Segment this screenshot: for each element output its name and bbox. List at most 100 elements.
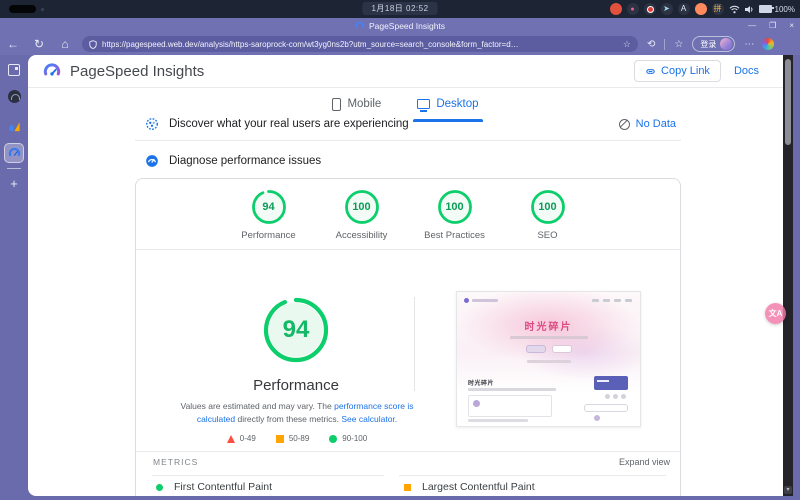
window-controls: — ❒ × [748, 18, 794, 33]
browser-toolbar: ← ↻ ⌂ https://pagespeed.web.dev/analysis… [0, 33, 800, 55]
legend-fail: 0-49 [227, 434, 256, 443]
desktop-icon [417, 99, 430, 109]
tab-desktop-label: Desktop [436, 98, 478, 110]
vertical-divider [414, 297, 415, 391]
copy-link-label: Copy Link [661, 65, 710, 77]
legend-range: 0-49 [240, 434, 256, 443]
sidebar-tab-overview[interactable] [0, 64, 28, 76]
performance-gauge[interactable]: 94 [263, 297, 329, 363]
screen: 1月18日 02:52 ● ➤ A 拼 100% [0, 0, 800, 500]
reload-icon[interactable]: ↻ [26, 38, 52, 50]
page-screenshot-preview[interactable]: 时光碎片 时光碎片 [456, 291, 641, 427]
docs-link[interactable]: Docs [734, 65, 759, 77]
score-disclaimer: Values are estimated and may vary. The p… [174, 400, 420, 426]
section-divider [135, 140, 681, 141]
legend-range: 90-100 [342, 434, 367, 443]
average-square-icon [404, 484, 411, 491]
camera-notch [9, 5, 36, 13]
score-seo[interactable]: 100 SEO [516, 189, 580, 241]
home-icon[interactable]: ⌂ [52, 38, 78, 50]
metric-lcp: Largest Contentful Paint 1.2 [404, 481, 535, 496]
system-tray: ● ➤ A 拼 100% [610, 0, 795, 18]
tray-app-icon-3[interactable] [644, 3, 656, 15]
preview-text-bar [527, 360, 571, 363]
restore-icon[interactable]: ❒ [769, 21, 776, 30]
expand-view-button[interactable]: Expand view [619, 457, 670, 467]
profile-avatar [720, 38, 732, 50]
score-value: 94 [251, 189, 287, 225]
see-calculator-link[interactable]: See calculator. [341, 414, 397, 424]
url-text[interactable]: https://pagespeed.web.dev/analysis/https… [102, 40, 618, 49]
lab-data-title: Diagnose performance issues [169, 155, 321, 167]
window-title-bar[interactable]: PageSpeed Insights [0, 18, 800, 33]
preview-nav-links [592, 299, 632, 302]
scrollbar-thumb[interactable] [785, 59, 791, 145]
sidebar-tab-analytics[interactable] [0, 119, 28, 132]
pass-circle-icon [329, 435, 337, 443]
pagespeed-favicon [8, 147, 21, 160]
overflow-menu-icon[interactable]: ⋯ [744, 39, 754, 50]
preview-site-name-bar [472, 299, 498, 302]
metrics-divider [136, 451, 680, 452]
wifi-icon[interactable] [729, 5, 740, 14]
system-clock[interactable]: 1月18日 02:52 [362, 2, 437, 15]
close-icon[interactable]: × [789, 21, 794, 30]
preview-avatar [594, 415, 600, 421]
performance-gauge-label: Performance [156, 377, 436, 394]
browser-logo-icon[interactable] [762, 38, 774, 50]
preview-post-card [468, 395, 552, 417]
metric-divider-left [152, 475, 384, 476]
score-label: Accessibility [336, 230, 388, 241]
real-users-icon [145, 117, 159, 131]
tray-app-icon-1[interactable] [610, 3, 622, 15]
collections-star-icon[interactable]: ☆ [674, 39, 683, 50]
scroll-down-button[interactable]: ▾ [784, 486, 792, 494]
preview-buttons [526, 345, 572, 353]
sidebar-tab-1[interactable] [0, 90, 28, 103]
tray-app-icon-5[interactable]: A [678, 3, 690, 15]
site-security-icon[interactable] [89, 40, 97, 49]
metrics-heading: METRICS [153, 457, 198, 467]
bookmark-star-icon[interactable]: ☆ [623, 39, 631, 50]
plus-icon: + [10, 177, 18, 190]
average-square-icon [276, 435, 284, 443]
preview-section-heading: 时光碎片 [468, 378, 494, 387]
score-performance[interactable]: 94 Performance [237, 189, 301, 241]
score-value: 100 [530, 189, 566, 225]
address-bar[interactable]: https://pagespeed.web.dev/analysis/https… [82, 36, 638, 52]
site-favicon-icon [8, 90, 21, 103]
tab-overview-icon [8, 64, 20, 76]
new-tab-button[interactable]: + [0, 177, 28, 190]
legend-pass: 90-100 [329, 434, 367, 443]
system-bar: 1月18日 02:52 ● ➤ A 拼 100% [0, 0, 800, 18]
volume-icon[interactable] [745, 5, 754, 14]
input-method-icon[interactable]: 拼 [712, 3, 724, 15]
score-accessibility[interactable]: 100 Accessibility [330, 189, 394, 241]
no-data-badge[interactable]: No Data [619, 118, 676, 130]
copy-link-button[interactable]: Copy Link [634, 60, 721, 82]
tray-app-icon-2[interactable]: ● [627, 3, 639, 15]
score-best-practices[interactable]: 100 Best Practices [423, 189, 487, 241]
preview-social-dots [605, 394, 626, 399]
sign-in-button[interactable]: 登录 [692, 36, 735, 52]
translate-extension-icon[interactable]: ⟲ [647, 39, 655, 50]
preview-search-box [584, 404, 628, 412]
back-icon[interactable]: ← [0, 38, 26, 50]
lab-data-section: Diagnose performance issues [28, 150, 783, 172]
score-value: 100 [344, 189, 380, 225]
performance-score-value: 94 [263, 297, 329, 363]
tray-telegram-icon[interactable]: ➤ [661, 3, 673, 15]
score-label: SEO [537, 230, 557, 241]
tray-app-icon-6[interactable] [695, 3, 707, 15]
translate-fab[interactable]: 文A [765, 303, 786, 324]
no-data-icon [619, 119, 630, 130]
pass-circle-icon [156, 484, 163, 491]
tab-mobile-label: Mobile [347, 98, 381, 110]
card-divider [136, 249, 680, 250]
sidebar-tab-pagespeed-active[interactable] [4, 143, 24, 163]
sidebar-divider [7, 168, 21, 169]
vertical-scrollbar[interactable]: ▾ [783, 55, 793, 496]
metric-fcp: First Contentful Paint 0.3 [156, 481, 272, 496]
translate-icon: 文A [769, 308, 783, 319]
minimize-icon[interactable]: — [748, 21, 756, 30]
